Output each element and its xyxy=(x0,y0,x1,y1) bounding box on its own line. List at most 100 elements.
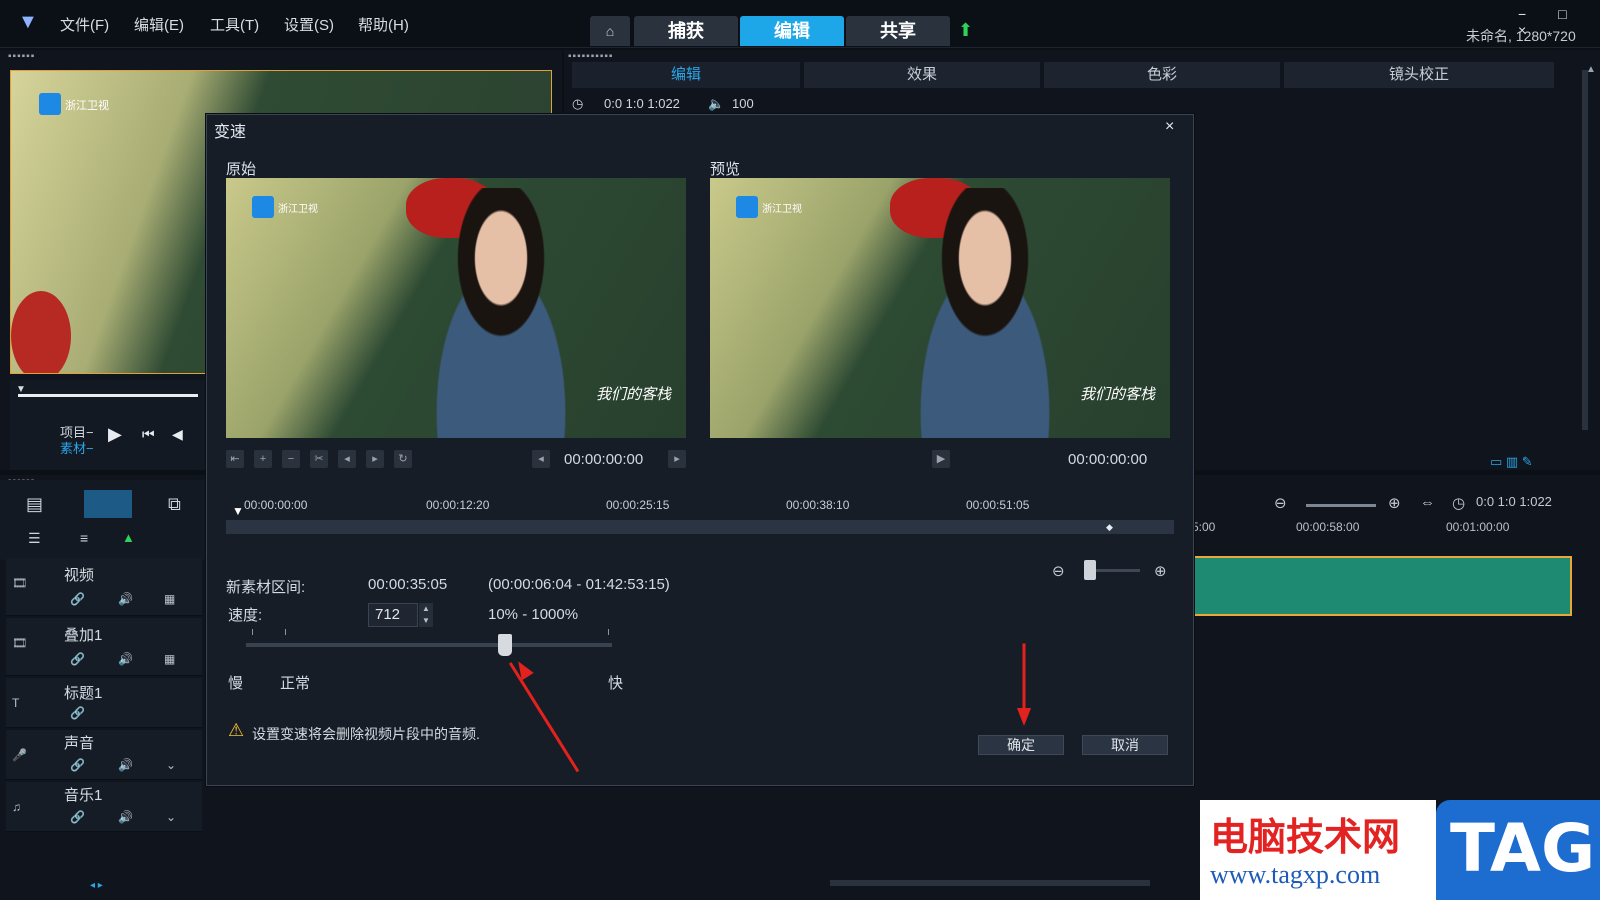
playhead-icon[interactable]: ▼ xyxy=(16,384,26,395)
expand-icon[interactable]: ⌄ xyxy=(166,758,176,772)
add-track-icon[interactable]: ≡ xyxy=(80,530,88,546)
channel-logo: 浙江卫视 xyxy=(278,204,318,215)
tab-share[interactable]: 共享 xyxy=(846,16,950,46)
show-logo: 我们的客栈 xyxy=(596,386,672,403)
cancel-button[interactable]: 取消 xyxy=(1082,735,1168,755)
prev-frame-icon[interactable]: ◂ xyxy=(532,450,550,468)
track-voice[interactable]: 🎤 声音 🔗 🔊 ⌄ xyxy=(6,730,202,780)
clock-icon: ◷ xyxy=(572,96,584,111)
scissors-icon[interactable]: ✂ xyxy=(310,450,328,468)
upload-icon[interactable]: ⬆ xyxy=(958,20,973,41)
duration-range: (00:00:06:04 - 01:42:53:15) xyxy=(488,576,670,593)
preview-video: 浙江卫视 我们的客栈 xyxy=(710,178,1170,438)
duration-field[interactable]: 0:0 1:0 1:022 xyxy=(604,96,680,111)
fit-project-icon[interactable]: ⇔ xyxy=(1420,494,1435,511)
link-icon[interactable]: 🔗 xyxy=(70,592,85,606)
timeline-view-icon[interactable] xyxy=(84,490,132,518)
grid-icon[interactable]: ▦ xyxy=(164,652,175,666)
track-music[interactable]: ♫ 音乐1 🔗 🔊 ⌄ xyxy=(6,782,202,832)
scrub-tick: 00:00:25:15 xyxy=(606,498,670,512)
home-icon[interactable]: ⌂ xyxy=(590,16,630,46)
expand-icon[interactable]: ⌄ xyxy=(166,810,176,824)
mute-icon[interactable]: 🔊 xyxy=(118,810,133,824)
dialog-scrub-bar[interactable] xyxy=(226,520,1174,534)
speed-label: 速度: xyxy=(228,607,263,624)
speed-slider[interactable] xyxy=(246,643,612,647)
remove-icon[interactable]: − xyxy=(282,450,300,468)
slow-label: 慢 xyxy=(228,675,244,692)
dialog-zoom-in-icon[interactable]: ⊕ xyxy=(1154,562,1167,580)
link-icon[interactable]: 🔗 xyxy=(70,758,85,772)
link-icon[interactable]: 🔗 xyxy=(70,810,85,824)
timeline-timecode[interactable]: 0:0 1:0 1:022 xyxy=(1476,494,1552,509)
options-scrollbar[interactable] xyxy=(1582,70,1588,430)
rtab-color[interactable]: 色彩 xyxy=(1044,62,1280,88)
overlay-track-icon: 🎞 xyxy=(12,636,28,650)
rtab-edit[interactable]: 编辑 xyxy=(572,62,800,88)
video-clip[interactable] xyxy=(1192,556,1572,616)
clip-mode-label[interactable]: 素材− xyxy=(60,438,94,457)
menu-file[interactable]: 文件(F) xyxy=(60,14,109,35)
prev-icon[interactable]: ◂ xyxy=(338,450,356,468)
menu-tools[interactable]: 工具(T) xyxy=(210,14,259,35)
dialog-zoom-thumb[interactable] xyxy=(1084,560,1096,580)
speed-input[interactable]: 712 xyxy=(368,603,418,627)
dialog-zoom-out-icon[interactable]: ⊖ xyxy=(1052,562,1065,580)
storyboard-view-icon[interactable]: ▤ xyxy=(26,494,43,515)
menu-help[interactable]: 帮助(H) xyxy=(358,14,409,35)
add-icon[interactable]: + xyxy=(254,450,272,468)
arrow-head-icon xyxy=(1017,708,1031,726)
normal-label: 正常 xyxy=(280,675,311,692)
go-start-icon[interactable]: ⇤ xyxy=(226,450,244,468)
mute-icon[interactable]: 🔊 xyxy=(118,652,133,666)
link-icon[interactable]: 🔗 xyxy=(70,652,85,666)
scrub-end-marker-icon[interactable]: ◆ xyxy=(1106,522,1113,533)
next-icon[interactable]: ▸ xyxy=(366,450,384,468)
track-video[interactable]: 🎞 视频 🔗 🔊 ▦ xyxy=(6,558,202,616)
copy-icon[interactable]: ⧉ xyxy=(168,494,181,515)
timeline-nav-icon[interactable]: ◂ ▸ xyxy=(90,880,103,891)
close-icon[interactable]: × xyxy=(1165,118,1174,136)
options-grip-icon[interactable]: ▪▪▪▪▪▪▪▪▪▪ xyxy=(568,51,613,62)
speed-spinner-icon[interactable]: ▲ ▼ xyxy=(419,603,433,627)
preview-play-icon[interactable]: ▶ xyxy=(932,450,950,468)
timeline-scrollbar[interactable] xyxy=(830,880,1150,886)
video-track-icon: 🎞 xyxy=(12,576,28,590)
grid-icon[interactable]: ▦ xyxy=(164,592,175,606)
scrub-playhead-icon[interactable]: ▼ xyxy=(232,504,244,518)
track-overlay[interactable]: 🎞 叠加1 🔗 🔊 ▦ xyxy=(6,618,202,676)
tag-text: TAG xyxy=(1450,810,1596,887)
ripple-icon[interactable]: ▲ xyxy=(122,530,135,545)
voice-track-icon: 🎤 xyxy=(12,748,27,762)
mute-icon[interactable]: 🔊 xyxy=(118,592,133,606)
track-title[interactable]: T 标题1 🔗 xyxy=(6,678,202,728)
speed-slider-thumb[interactable] xyxy=(498,634,512,656)
rtab-effects[interactable]: 效果 xyxy=(804,62,1040,88)
site-watermark: 电脑技术网 www.tagxp.com xyxy=(1200,800,1436,900)
mute-icon[interactable]: 🔊 xyxy=(118,758,133,772)
link-icon[interactable]: 🔗 xyxy=(70,706,85,720)
next-frame-icon[interactable]: ▸ xyxy=(668,450,686,468)
show-logo: 我们的客栈 xyxy=(1080,386,1156,403)
menu-settings[interactable]: 设置(S) xyxy=(284,14,334,35)
original-timecode: 00:00:00:00 xyxy=(564,451,644,468)
play-icon[interactable]: ▶ xyxy=(108,424,122,445)
zoom-in-icon[interactable]: ⊕ xyxy=(1388,494,1401,512)
repeat-icon[interactable]: ↻ xyxy=(394,450,412,468)
timeline-view-buttons[interactable]: ▭ ▥ ✎ xyxy=(1490,454,1533,470)
zoom-out-icon[interactable]: ⊖ xyxy=(1274,494,1287,512)
tab-capture[interactable]: 捕获 xyxy=(634,16,738,46)
new-duration-value[interactable]: 00:00:35:05 xyxy=(368,576,447,593)
tab-edit[interactable]: 编辑 xyxy=(740,16,844,46)
scrub-tick: 00:00:12:20 xyxy=(426,498,490,512)
go-start-icon[interactable]: ⏮ xyxy=(142,426,155,443)
volume-field[interactable]: 100 xyxy=(732,96,754,111)
timeline-zoom-slider[interactable] xyxy=(1306,504,1376,507)
panel-grip-icon[interactable]: ▪▪▪▪▪▪ xyxy=(8,51,35,62)
track-manager-icon[interactable]: ☰ xyxy=(28,530,41,547)
menu-edit[interactable]: 编辑(E) xyxy=(134,14,184,35)
site-title: 电脑技术网 xyxy=(1210,817,1401,859)
ok-button[interactable]: 确定 xyxy=(978,735,1064,755)
rtab-lens[interactable]: 镜头校正 xyxy=(1284,62,1554,88)
prev-frame-icon[interactable]: ◀ xyxy=(172,426,183,443)
